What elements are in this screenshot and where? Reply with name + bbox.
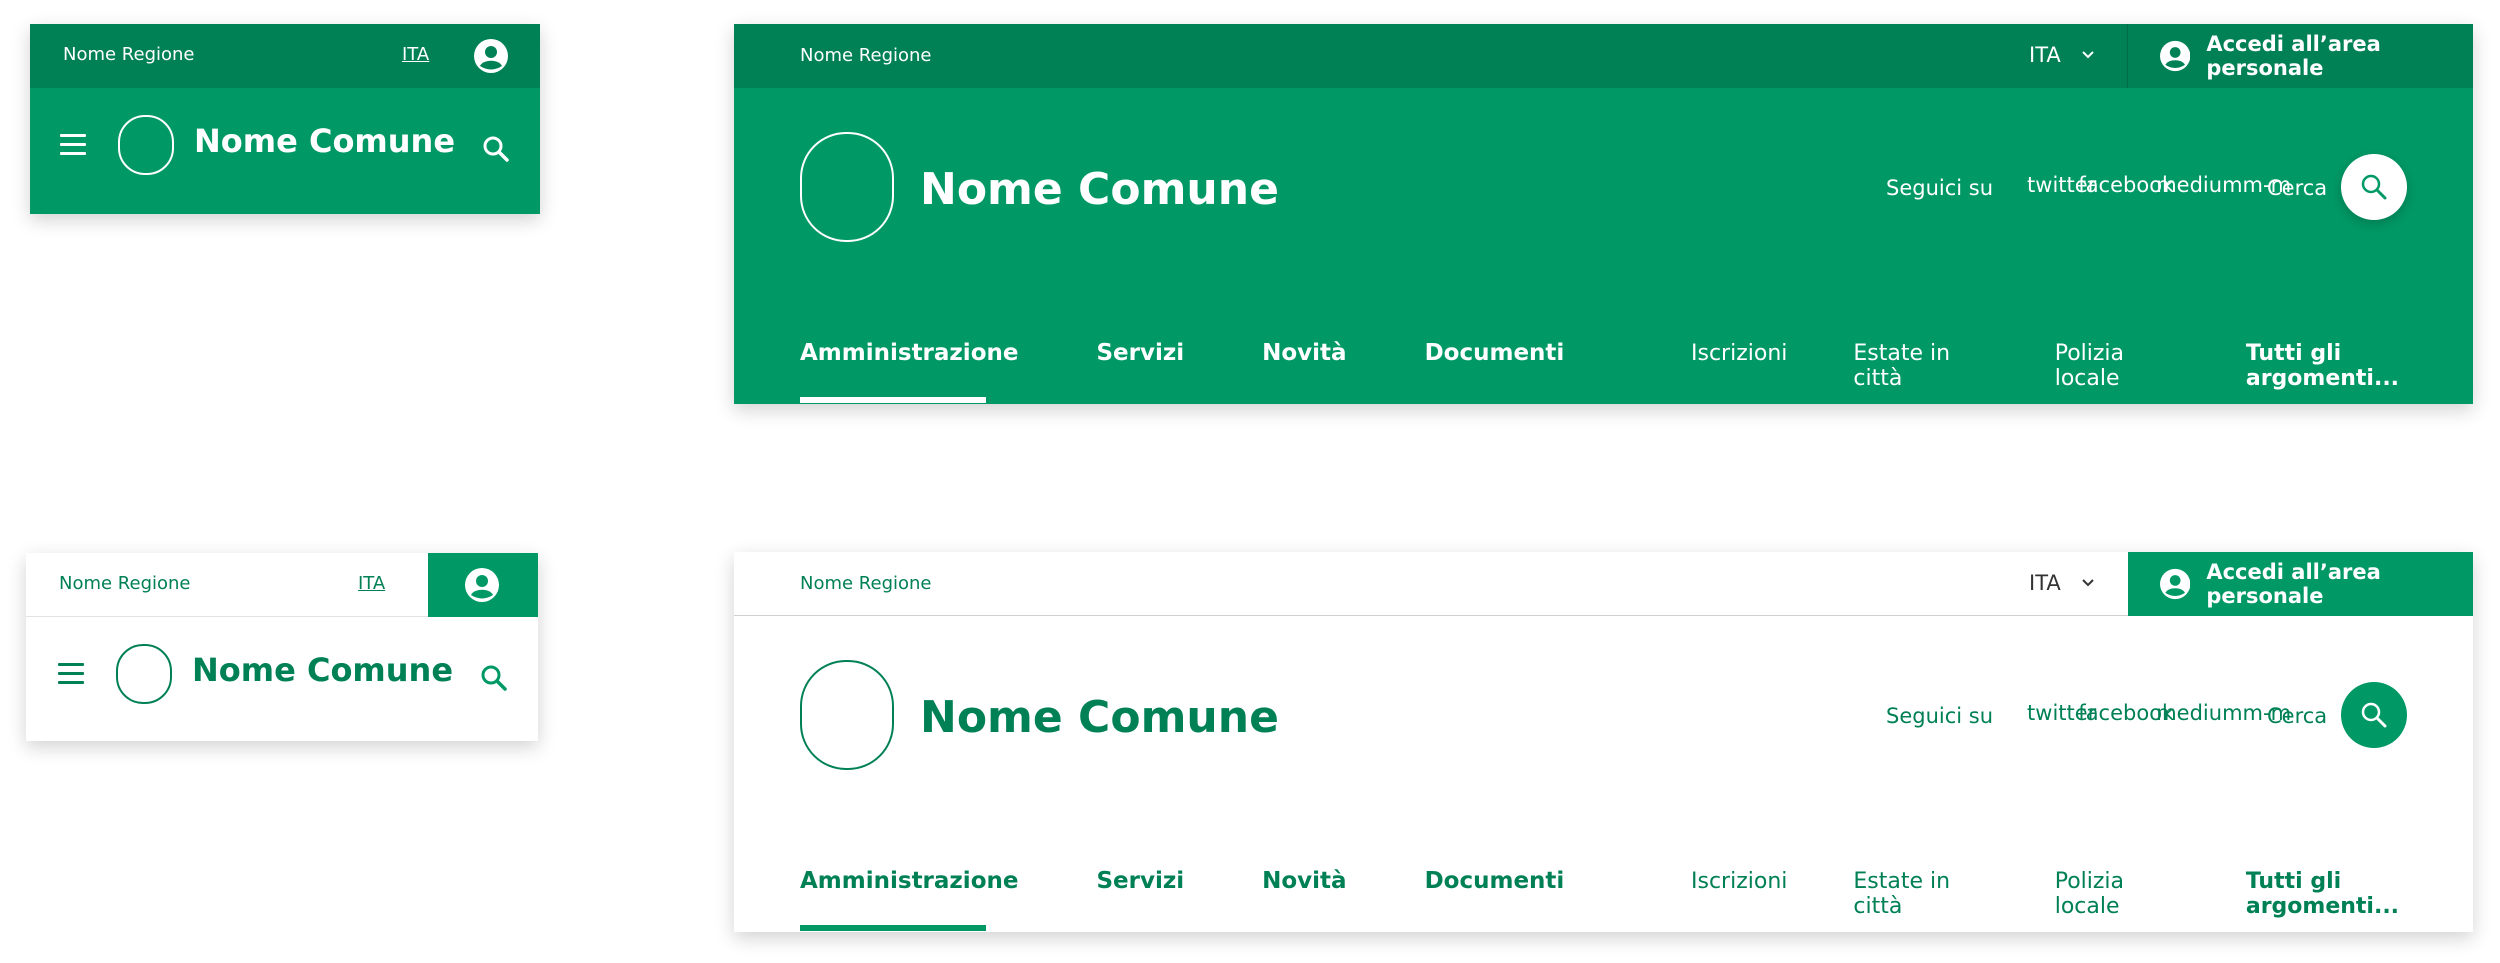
language-selector[interactable]: ITA [402, 44, 429, 65]
logo-placeholder [116, 644, 172, 704]
mobile-header-green: Nome Regione ITA Nome Comune [30, 24, 540, 214]
hamburger-icon[interactable] [58, 663, 84, 685]
account-button[interactable]: Accedi all’area personale [2128, 552, 2473, 616]
search-icon [2361, 702, 2387, 728]
desktop-header-green: Nome Regione ITA Accedi all’area persona… [734, 24, 2473, 404]
search-button[interactable] [2341, 682, 2407, 748]
topic-all[interactable]: Tutti gli argomenti... [2246, 341, 2473, 391]
desktop-top-bar: Nome Regione ITA Accedi all’area persona… [734, 24, 2473, 88]
user-icon [2160, 568, 2191, 600]
active-nav-indicator [800, 397, 986, 403]
site-title[interactable]: Nome Comune [920, 692, 1279, 743]
nav-item-novita[interactable]: Novità [1262, 340, 1346, 366]
region-link[interactable]: Nome Regione [800, 573, 932, 594]
mobile-main-bar: Nome Comune [30, 88, 540, 214]
medium-icon[interactable]: medium [2156, 701, 2242, 725]
hamburger-icon[interactable] [60, 134, 86, 156]
user-icon [465, 568, 499, 602]
account-button[interactable]: Accedi all’area personale [2128, 24, 2473, 88]
region-link[interactable]: Nome Regione [59, 573, 191, 594]
language-selector[interactable]: ITA [2029, 43, 2095, 67]
account-label: Accedi all’area personale [2206, 32, 2381, 80]
logo-placeholder [800, 132, 894, 242]
nav-item-amministrazione[interactable]: Amministrazione [800, 868, 1018, 894]
language-selector[interactable]: ITA [358, 573, 385, 594]
topic-iscrizioni[interactable]: Iscrizioni [1691, 341, 1787, 391]
social-links: Seguici su twitter facebook medium m-m [1886, 701, 2291, 728]
nav-item-amministrazione[interactable]: Amministrazione [800, 340, 1018, 366]
nav-item-novita[interactable]: Novità [1262, 868, 1346, 894]
nav-item-documenti[interactable]: Documenti [1425, 868, 1565, 894]
search-icon[interactable] [482, 135, 510, 163]
main-nav: Amministrazione Servizi Novità Documenti [800, 340, 1564, 366]
nav-item-servizi[interactable]: Servizi [1096, 340, 1184, 366]
search-label[interactable]: Cerca [2267, 704, 2327, 728]
social-links: Seguici su twitter facebook medium m-m [1886, 173, 2291, 200]
topic-polizia[interactable]: Polizia locale [2055, 341, 2180, 391]
medium-icon[interactable]: medium [2156, 173, 2242, 197]
account-button[interactable] [428, 553, 538, 617]
chevron-down-icon [2082, 51, 2094, 59]
logo-placeholder [800, 660, 894, 770]
search-icon [2361, 174, 2387, 200]
main-nav: Amministrazione Servizi Novità Documenti [800, 868, 1564, 894]
topic-links: Iscrizioni Estate in città Polizia local… [1691, 341, 2473, 391]
site-title[interactable]: Nome Comune [192, 651, 453, 689]
logo-placeholder [118, 115, 174, 175]
search-icon[interactable] [480, 664, 508, 692]
topic-iscrizioni[interactable]: Iscrizioni [1691, 869, 1787, 919]
active-nav-indicator [800, 925, 986, 931]
chevron-down-icon [2082, 579, 2094, 587]
follow-label: Seguici su [1886, 704, 1994, 728]
account-label: Accedi all’area personale [2206, 560, 2381, 608]
mobile-top-bar: Nome Regione ITA [26, 553, 538, 617]
language-label: ITA [2029, 43, 2061, 67]
user-icon [2160, 40, 2191, 72]
desktop-header-white: Nome Regione ITA Accedi all’area persona… [734, 552, 2473, 932]
language-label: ITA [2029, 571, 2061, 595]
user-icon[interactable] [474, 39, 508, 73]
site-title[interactable]: Nome Comune [920, 164, 1279, 215]
region-link[interactable]: Nome Regione [800, 45, 932, 66]
desktop-top-bar: Nome Regione ITA Accedi all’area persona… [734, 552, 2473, 616]
nav-item-servizi[interactable]: Servizi [1096, 868, 1184, 894]
topic-estate[interactable]: Estate in città [1853, 869, 1988, 919]
topic-estate[interactable]: Estate in città [1853, 341, 1988, 391]
mobile-header-white: Nome Regione ITA Nome Comune [26, 553, 538, 741]
search-label[interactable]: Cerca [2267, 176, 2327, 200]
follow-label: Seguici su [1886, 176, 1994, 200]
topic-polizia[interactable]: Polizia locale [2055, 869, 2180, 919]
site-title[interactable]: Nome Comune [194, 122, 455, 160]
search-button[interactable] [2341, 154, 2407, 220]
topic-all[interactable]: Tutti gli argomenti... [2246, 869, 2473, 919]
topic-links: Iscrizioni Estate in città Polizia local… [1691, 869, 2473, 919]
mobile-top-bar: Nome Regione ITA [30, 24, 540, 88]
region-link[interactable]: Nome Regione [63, 44, 195, 65]
language-selector[interactable]: ITA [2029, 571, 2095, 595]
mobile-main-bar: Nome Comune [26, 617, 538, 741]
nav-item-documenti[interactable]: Documenti [1425, 340, 1565, 366]
